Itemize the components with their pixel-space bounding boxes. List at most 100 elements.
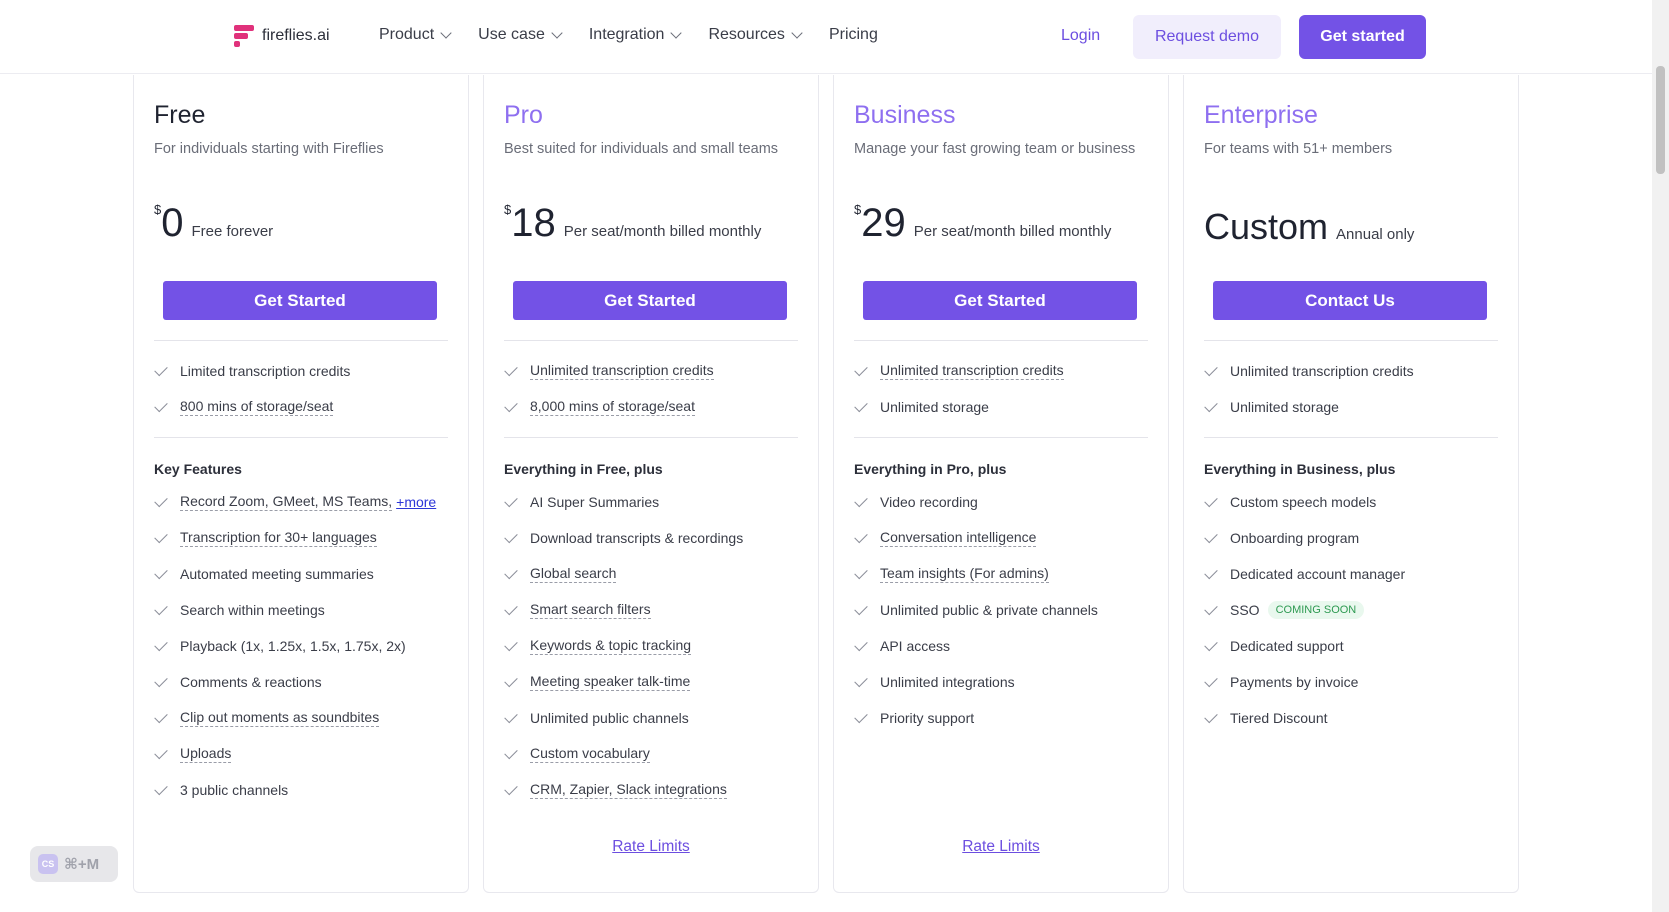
get-started-free-button[interactable]: Get Started xyxy=(163,281,437,320)
highlights-list: Unlimited transcription credits Unlimite… xyxy=(854,353,1064,425)
more-link[interactable]: +more xyxy=(396,494,436,510)
feature-text[interactable]: Global search xyxy=(530,565,617,583)
nav-integration-label: Integration xyxy=(588,26,665,43)
list-item: Dedicated account manager xyxy=(1204,556,1405,592)
main-nav: Product Use case Integration Resources P… xyxy=(379,26,878,44)
features-list: Custom speech models Onboarding program … xyxy=(1204,484,1405,736)
plan-price: $ 29 Per seat/month billed monthly xyxy=(854,201,1112,245)
check-icon xyxy=(1204,362,1218,376)
feature-text: SSO xyxy=(1230,602,1260,618)
feature-text: AI Super Summaries xyxy=(530,494,660,510)
feature-text[interactable]: Team insights (For admins) xyxy=(880,565,1049,583)
plan-description: Manage your fast growing team or busines… xyxy=(854,141,1136,157)
feature-text[interactable]: Transcription for 30+ languages xyxy=(180,529,377,547)
rate-limits-link[interactable]: Rate Limits xyxy=(484,838,818,856)
feature-text[interactable]: CRM, Zapier, Slack integrations xyxy=(530,781,727,799)
price-note: Free forever xyxy=(191,223,274,240)
check-icon xyxy=(504,781,518,795)
highlight-text: Unlimited storage xyxy=(1230,399,1339,415)
request-demo-button[interactable]: Request demo xyxy=(1133,15,1281,59)
highlights-list: Unlimited transcription credits 8,000 mi… xyxy=(504,353,714,425)
nav-pricing[interactable]: Pricing xyxy=(829,26,878,44)
nav-product[interactable]: Product xyxy=(379,26,452,44)
feature-text[interactable]: Clip out moments as soundbites xyxy=(180,709,380,727)
check-icon xyxy=(154,709,168,723)
check-icon xyxy=(854,493,868,507)
list-item: Record Zoom, GMeet, MS Teams, +more xyxy=(154,484,436,520)
currency-symbol: $ xyxy=(854,202,862,217)
highlights-list: Unlimited transcription credits Unlimite… xyxy=(1204,353,1414,425)
check-icon xyxy=(854,601,868,615)
feature-text[interactable]: Conversation intelligence xyxy=(880,529,1037,547)
list-item: Meeting speaker talk-time xyxy=(504,664,743,700)
highlight-text[interactable]: Unlimited transcription credits xyxy=(530,362,714,380)
feature-text[interactable]: Custom vocabulary xyxy=(530,745,650,763)
feature-text: Playback (1x, 1.25x, 1.5x, 1.75x, 2x) xyxy=(180,638,406,654)
check-icon xyxy=(504,709,518,723)
list-item: Playback (1x, 1.25x, 1.5x, 1.75x, 2x) xyxy=(154,628,436,664)
get-started-business-button[interactable]: Get Started xyxy=(863,281,1137,320)
check-icon xyxy=(504,673,518,687)
check-icon xyxy=(504,601,518,615)
plan-price: $ 18 Per seat/month billed monthly xyxy=(504,202,761,243)
highlight-text[interactable]: 8,000 mins of storage/seat xyxy=(530,398,695,416)
features-list: Video recording Conversation intelligenc… xyxy=(854,484,1098,736)
page-scrollbar[interactable] xyxy=(1652,0,1669,912)
plan-name: Pro xyxy=(504,101,543,129)
features-title: Everything in Free, plus xyxy=(504,461,663,477)
feature-text: Automated meeting summaries xyxy=(180,566,374,582)
feature-text: 3 public channels xyxy=(180,782,289,798)
get-started-pro-button[interactable]: Get Started xyxy=(513,281,787,320)
feature-text[interactable]: Meeting speaker talk-time xyxy=(530,673,691,691)
contact-us-button[interactable]: Contact Us xyxy=(1213,281,1487,320)
plan-name: Free xyxy=(154,101,206,129)
shortcut-widget[interactable]: CS ⌘+M xyxy=(30,846,118,882)
get-started-button[interactable]: Get started xyxy=(1299,15,1426,59)
feature-text[interactable]: Keywords & topic tracking xyxy=(530,637,692,655)
check-icon xyxy=(854,362,868,376)
check-icon xyxy=(1204,601,1218,615)
feature-text: Download transcripts & recordings xyxy=(530,530,744,546)
list-item: Keywords & topic tracking xyxy=(504,628,743,664)
rate-limits-link[interactable]: Rate Limits xyxy=(834,838,1168,856)
list-item: Limited transcription credits xyxy=(154,353,350,389)
scrollbar-thumb[interactable] xyxy=(1656,66,1665,174)
list-item: Clip out moments as soundbites xyxy=(154,700,436,736)
check-icon xyxy=(854,565,868,579)
features-title: Everything in Business, plus xyxy=(1204,461,1396,477)
plan-card-business: Business Manage your fast growing team o… xyxy=(833,75,1169,893)
list-item: Unlimited storage xyxy=(1204,389,1414,425)
nav-use-case-label: Use case xyxy=(478,26,545,43)
highlight-text[interactable]: Unlimited transcription credits xyxy=(880,362,1064,380)
currency-symbol: $ xyxy=(504,202,512,217)
divider xyxy=(1204,340,1498,341)
feature-text[interactable]: Uploads xyxy=(180,745,232,763)
feature-text[interactable]: Record Zoom, GMeet, MS Teams, xyxy=(180,493,393,511)
login-link[interactable]: Login xyxy=(1061,27,1100,45)
nav-use-case[interactable]: Use case xyxy=(478,26,563,44)
check-icon xyxy=(154,565,168,579)
highlight-text[interactable]: 800 mins of storage/seat xyxy=(180,398,334,416)
nav-resources[interactable]: Resources xyxy=(708,26,803,44)
feature-text[interactable]: Smart search filters xyxy=(530,601,651,619)
widget-app-icon: CS xyxy=(38,854,58,874)
divider xyxy=(154,437,448,438)
list-item: Onboarding program xyxy=(1204,520,1405,556)
check-icon xyxy=(854,673,868,687)
price-note: Per seat/month billed monthly xyxy=(913,223,1112,240)
nav-integration[interactable]: Integration xyxy=(588,26,683,44)
check-icon xyxy=(1204,709,1218,723)
list-item: Tiered Discount xyxy=(1204,700,1405,736)
divider xyxy=(854,340,1148,341)
divider xyxy=(854,437,1148,438)
fireflies-logo[interactable]: fireflies.ai xyxy=(234,25,330,47)
price-amount: 29 xyxy=(861,201,906,245)
features-title: Everything in Pro, plus xyxy=(854,461,1007,477)
list-item: 8,000 mins of storage/seat xyxy=(504,389,714,425)
divider xyxy=(504,437,798,438)
check-icon xyxy=(154,398,168,412)
check-icon xyxy=(154,601,168,615)
list-item: Conversation intelligence xyxy=(854,520,1098,556)
check-icon xyxy=(154,362,168,376)
feature-text: Onboarding program xyxy=(1230,530,1360,546)
